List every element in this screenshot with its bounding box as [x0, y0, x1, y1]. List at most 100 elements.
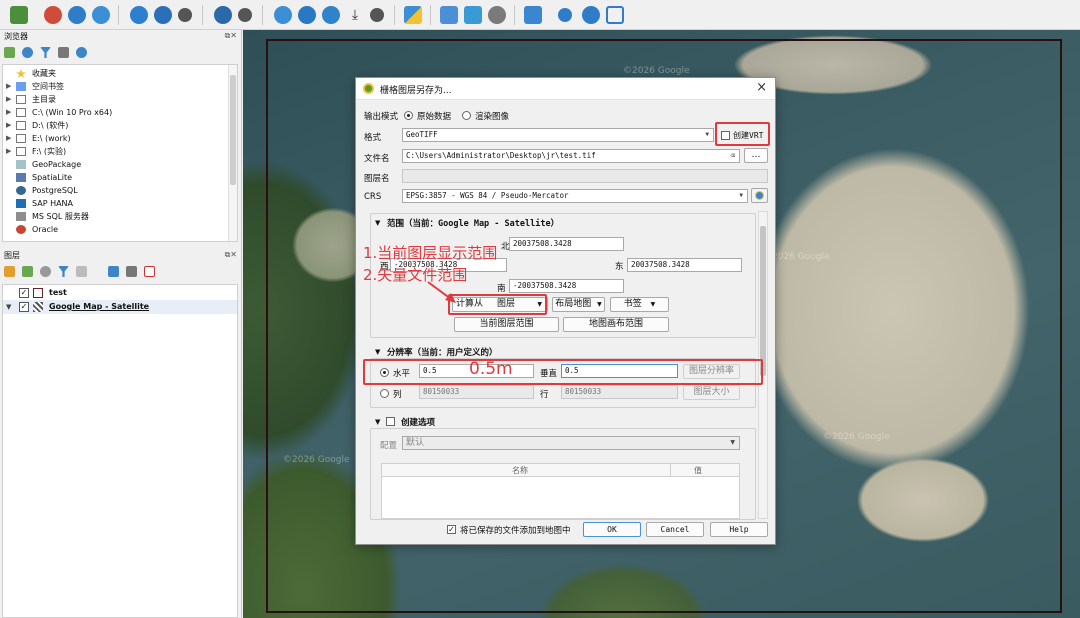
collapse-arrow-icon[interactable]: ▼ — [375, 418, 380, 426]
layers-tree[interactable]: ✓ test ▼ ✓ Google Map - Satellite — [2, 284, 238, 618]
filter-icon[interactable] — [40, 47, 51, 58]
layer-item-test[interactable]: ✓ test — [3, 286, 237, 300]
add-group-icon[interactable] — [22, 266, 33, 277]
zoom-icon[interactable] — [582, 6, 600, 24]
style-manager-icon[interactable] — [4, 266, 15, 277]
python-console-icon[interactable] — [488, 6, 506, 24]
expand-arrow-icon[interactable]: ▶ — [6, 132, 11, 145]
browser-item-spatial-bookmarks[interactable]: ▶ 空间书签 — [3, 80, 229, 93]
browser-item-oracle[interactable]: Oracle — [3, 223, 229, 236]
file-name-input[interactable]: C:\Users\Administrator\Desktop\jr\test.t… — [402, 149, 740, 163]
profile-combo[interactable]: 默认 ▼ — [402, 436, 740, 450]
layer-visibility-checkbox[interactable]: ✓ — [19, 302, 29, 312]
columns-input[interactable]: 80150033 — [419, 385, 534, 399]
expand-arrow-icon[interactable]: ▶ — [6, 93, 11, 106]
save-layout-icon[interactable] — [404, 6, 422, 24]
map-tips-icon[interactable] — [274, 6, 292, 24]
browser-item-home[interactable]: ▶ 主目录 — [3, 93, 229, 106]
panel-float-close-icons[interactable]: ⧉✕ — [217, 250, 237, 259]
format-combo[interactable]: GeoTIFF ▼ — [402, 128, 714, 142]
identify-icon[interactable] — [68, 6, 86, 24]
collapse-arrow-icon[interactable]: ▼ — [375, 348, 380, 356]
browser-item-drive-e[interactable]: ▶ E:\ (work) — [3, 132, 229, 145]
annotation-current-layer-extent: 1.当前图层显示范围 — [363, 244, 498, 262]
expand-arrow-icon[interactable]: ▶ — [6, 119, 11, 132]
browser-scrollbar[interactable] — [228, 65, 237, 241]
visibility-icon[interactable] — [214, 6, 232, 24]
globe-pan-icon[interactable] — [130, 6, 148, 24]
browser-tree[interactable]: 收藏夹 ▶ 空间书签 ▶ 主目录 ▶ C:\ (Win 10 Pro x64) … — [2, 64, 238, 242]
bookmark-label: 书签 — [623, 299, 642, 309]
visibility-icon[interactable] — [40, 266, 51, 277]
ok-button[interactable]: OK — [583, 522, 641, 537]
globe-refresh-icon[interactable] — [298, 6, 316, 24]
browser-item-favorites[interactable]: 收藏夹 — [3, 67, 229, 80]
help-button[interactable]: Help — [710, 522, 768, 537]
raw-data-radio[interactable] — [404, 111, 413, 120]
options-table-body[interactable] — [381, 477, 740, 519]
columns-radio[interactable] — [380, 389, 389, 398]
gear-icon[interactable] — [558, 8, 572, 22]
layer-visibility-checkbox[interactable]: ✓ — [19, 288, 29, 298]
plugin-globe-icon[interactable] — [154, 6, 172, 24]
bookmark-combo[interactable]: 书签 ▼ — [610, 297, 669, 312]
filter-by-expression-icon[interactable] — [76, 266, 87, 277]
globe-icon[interactable] — [92, 6, 110, 24]
add-to-map-checkbox[interactable]: ✓ — [447, 525, 456, 534]
east-input[interactable]: 20037508.3428 — [627, 258, 742, 272]
north-input[interactable]: 20037508.3428 — [509, 237, 624, 251]
layer-item-google-satellite[interactable]: ▼ ✓ Google Map - Satellite — [3, 300, 237, 314]
current-layer-extent-button[interactable]: 当前图层范围 — [454, 317, 559, 332]
file-name-label: 文件名 — [364, 154, 390, 164]
browse-button[interactable]: … — [744, 148, 768, 163]
collapse-all-icon[interactable] — [126, 266, 137, 277]
cancel-button[interactable]: Cancel — [646, 522, 704, 537]
render-image-radio[interactable] — [462, 111, 471, 120]
data-source-manager-icon[interactable] — [10, 6, 28, 24]
new-project-icon[interactable] — [44, 6, 62, 24]
expand-arrow-icon[interactable]: ▼ — [6, 300, 11, 314]
expand-all-icon[interactable] — [108, 266, 119, 277]
create-options-checkbox[interactable] — [386, 417, 395, 426]
remove-layer-icon[interactable] — [144, 266, 155, 277]
python-icon[interactable] — [464, 6, 482, 24]
collapse-all-icon[interactable] — [58, 47, 69, 58]
add-selected-icon[interactable] — [4, 47, 15, 58]
gear-icon[interactable] — [238, 8, 252, 22]
crs-select-button[interactable] — [751, 188, 768, 203]
layer-styling-icon[interactable] — [524, 6, 542, 24]
filter-icon[interactable] — [58, 266, 69, 277]
browser-item-drive-c[interactable]: ▶ C:\ (Win 10 Pro x64) — [3, 106, 229, 119]
browser-item-drive-d[interactable]: ▶ D:\ (软件) — [3, 119, 229, 132]
close-button[interactable]: × — [756, 80, 767, 95]
browser-item-sap-hana[interactable]: SAP HANA — [3, 197, 229, 210]
browser-item-postgresql[interactable]: PostgreSQL — [3, 184, 229, 197]
map-canvas-extent-button[interactable]: 地图画布范围 — [563, 317, 669, 332]
refresh-icon[interactable] — [22, 47, 33, 58]
clear-icon[interactable]: ⌫ — [730, 150, 735, 162]
layer-name-input[interactable] — [402, 169, 768, 183]
layout-map-combo[interactable]: 布局地图 ▼ — [552, 297, 605, 312]
scrollbar-thumb[interactable] — [230, 75, 236, 185]
layout-manager-icon[interactable] — [440, 6, 458, 24]
browser-item-geopackage[interactable]: GeoPackage — [3, 158, 229, 171]
crs-combo[interactable]: EPSG:3857 - WGS 84 / Pseudo-Mercator ▼ — [402, 189, 748, 203]
scrollbar-thumb[interactable] — [760, 226, 766, 376]
rows-input[interactable]: 80150033 — [561, 385, 678, 399]
browser-item-mssql[interactable]: MS SQL 服务器 — [3, 210, 229, 223]
gear-icon[interactable] — [178, 8, 192, 22]
download-icon[interactable]: ⤓ — [346, 6, 364, 24]
collapse-arrow-icon[interactable]: ▼ — [375, 219, 380, 227]
expand-arrow-icon[interactable]: ▶ — [6, 80, 11, 93]
south-input[interactable]: -20037508.3428 — [509, 279, 624, 293]
browser-item-drive-f[interactable]: ▶ F:\ (实验) — [3, 145, 229, 158]
zoom-full-icon[interactable] — [322, 6, 340, 24]
expand-arrow-icon[interactable]: ▶ — [6, 106, 11, 119]
settings-icon[interactable] — [370, 8, 384, 22]
browser-item-spatialite[interactable]: SpatiaLite — [3, 171, 229, 184]
full-extent-icon[interactable] — [606, 6, 624, 24]
panel-float-close-icons[interactable]: ⧉✕ — [217, 31, 237, 40]
info-icon[interactable] — [76, 47, 87, 58]
expand-arrow-icon[interactable]: ▶ — [6, 145, 11, 158]
layer-size-button[interactable]: 图层大小 — [683, 385, 740, 400]
